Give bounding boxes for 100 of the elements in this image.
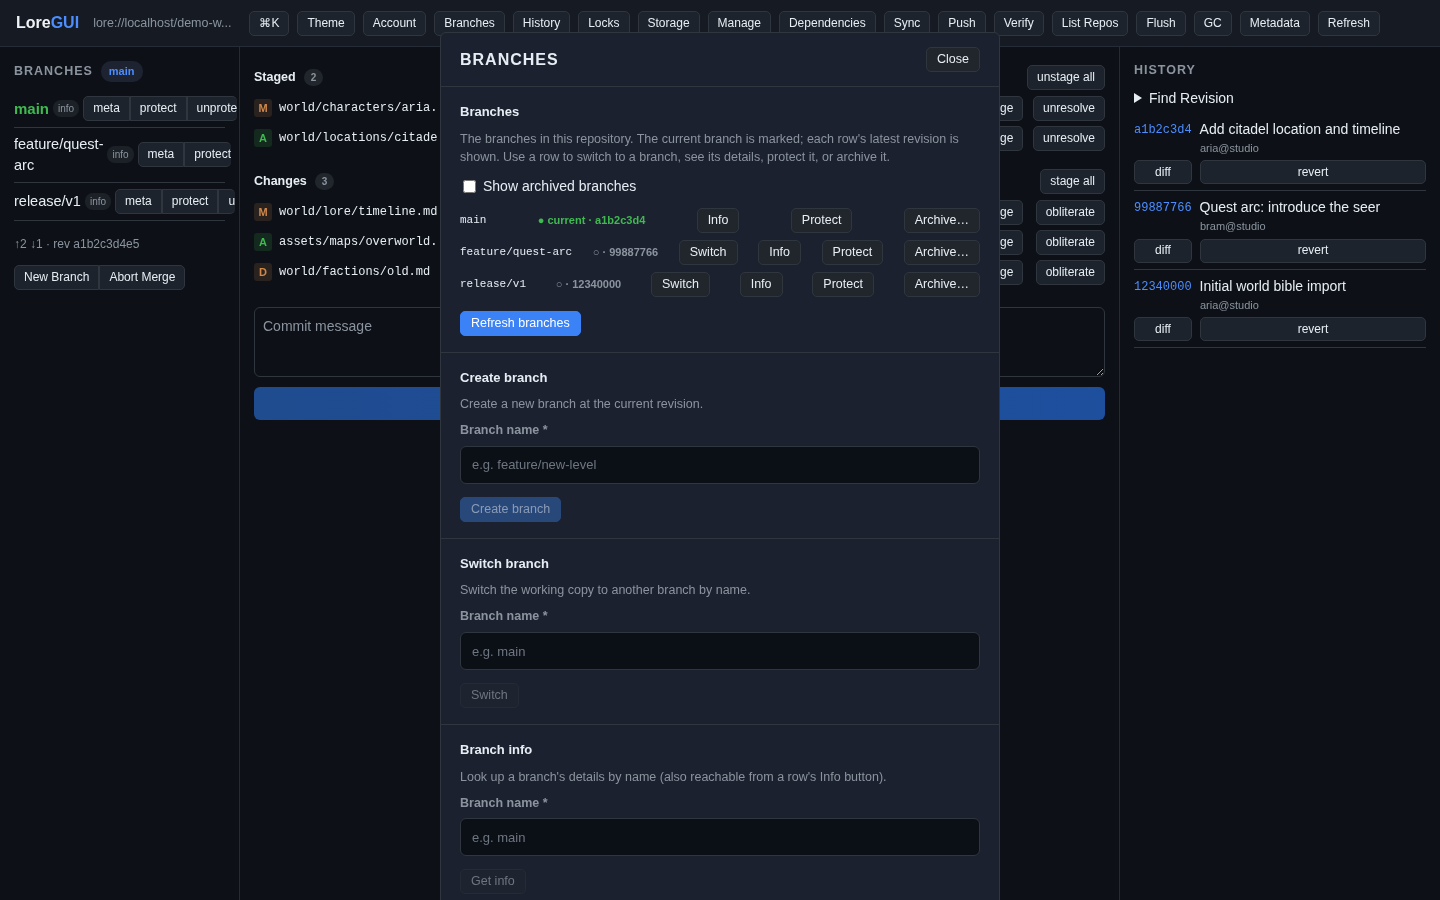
- branch-status: ● current · a1b2c3d4: [537, 213, 646, 229]
- branch-name-field[interactable]: e.g. main: [460, 632, 980, 670]
- branch-name: release/v1: [460, 277, 526, 293]
- section-title: Branches: [460, 103, 521, 121]
- file-action-button[interactable]: ge: [1000, 259, 1024, 285]
- file-path[interactable]: assets/maps/overworld.: [279, 233, 438, 251]
- toolbar-button[interactable]: List Repos: [1051, 10, 1129, 36]
- find-revision-toggle[interactable]: Find Revision: [1134, 87, 1426, 109]
- row-action-button[interactable]: Info: [696, 208, 740, 233]
- file-action-button[interactable]: obliterate: [1035, 229, 1105, 255]
- branch-action-button[interactable]: meta: [83, 95, 130, 121]
- file-status-badge: A: [254, 233, 272, 251]
- file-path[interactable]: world/lore/timeline.md: [279, 203, 438, 221]
- file-action-button[interactable]: ge: [1000, 229, 1024, 255]
- toolbar-button[interactable]: GC: [1193, 10, 1232, 36]
- branch-name[interactable]: main: [14, 97, 49, 119]
- revision-action-button[interactable]: revert: [1200, 317, 1426, 342]
- dialog-title: BRANCHES: [460, 49, 559, 70]
- refresh-button[interactable]: Refresh branches: [460, 310, 581, 336]
- bulk-action-button[interactable]: stage all: [1040, 168, 1105, 194]
- branch-action-button[interactable]: protect: [161, 188, 219, 214]
- branch-action-button[interactable]: u: [218, 188, 236, 214]
- branch-name[interactable]: feature/quest-arc: [14, 133, 104, 176]
- row-action-button[interactable]: Switch: [678, 240, 738, 265]
- row-action-button[interactable]: Info: [739, 272, 783, 297]
- file-status-badge: M: [254, 203, 272, 221]
- revision-action-button[interactable]: diff: [1134, 317, 1192, 342]
- toolbar-button[interactable]: Refresh: [1317, 10, 1380, 36]
- row-action-button[interactable]: Protect: [812, 272, 874, 297]
- revision-hash[interactable]: a1b2c3d4: [1134, 118, 1192, 139]
- revision-hash[interactable]: 12340000: [1134, 275, 1192, 296]
- toolbar-button[interactable]: ⌘K: [249, 10, 290, 36]
- toolbar-button[interactable]: Verify: [993, 10, 1044, 36]
- file-action-button[interactable]: obliterate: [1035, 259, 1105, 285]
- file-path[interactable]: world/locations/citade: [279, 129, 438, 147]
- branch-button[interactable]: New Branch: [14, 264, 100, 290]
- file-action-button[interactable]: unresolve: [1032, 125, 1105, 151]
- panel-title: BRANCHES: [14, 62, 93, 80]
- row-action-button[interactable]: Protect: [790, 208, 853, 233]
- field-label: Branch name *: [460, 422, 549, 439]
- row-action-button[interactable]: Archive…: [903, 240, 980, 265]
- revision-action-button[interactable]: revert: [1200, 238, 1426, 263]
- show-archived-checkbox[interactable]: [463, 179, 476, 193]
- file-action-button[interactable]: ge: [1000, 125, 1024, 151]
- file-status-badge: D: [254, 263, 272, 281]
- file-action-button[interactable]: obliterate: [1035, 199, 1105, 225]
- info-tag[interactable]: info: [84, 192, 112, 210]
- section-description: Look up a branch's details by name (also reachable from a row's Info button).: [460, 768, 888, 786]
- branch-name: main: [460, 213, 487, 229]
- file-action-button[interactable]: ge: [1000, 95, 1024, 121]
- info-tag[interactable]: info: [107, 146, 134, 163]
- info-tag[interactable]: info: [53, 99, 80, 117]
- revision-action-button[interactable]: diff: [1134, 160, 1192, 185]
- revision-author: aria@studio: [1200, 297, 1260, 313]
- count-badge: 2: [303, 68, 324, 86]
- row-action-button[interactable]: Archive…: [903, 272, 980, 297]
- file-status-badge: A: [254, 129, 272, 147]
- logo: LoreGUI: [16, 13, 80, 33]
- close-button[interactable]: Close: [926, 47, 980, 72]
- branch-name: feature/quest-arc: [460, 245, 573, 261]
- section-description: Create a new branch at the current revision.: [460, 396, 705, 413]
- toolbar-button[interactable]: Theme: [297, 10, 355, 36]
- file-action-button[interactable]: ge: [1000, 199, 1024, 225]
- toolbar-button[interactable]: Flush: [1136, 10, 1186, 36]
- revision-message: Quest arc: introduce the seer: [1199, 198, 1381, 218]
- revision-action-button[interactable]: diff: [1134, 238, 1192, 263]
- file-action-button[interactable]: unresolve: [1032, 95, 1105, 121]
- file-status-badge: M: [254, 99, 272, 117]
- field-label: Branch name *: [460, 608, 549, 626]
- row-action-button[interactable]: Info: [758, 240, 801, 265]
- branch-action-button[interactable]: protect: [129, 95, 187, 121]
- branch-action-button[interactable]: unprote: [186, 95, 238, 121]
- file-path[interactable]: world/factions/old.md: [279, 263, 431, 281]
- bulk-action-button[interactable]: unstage all: [1026, 64, 1105, 90]
- branch-action-button[interactable]: meta: [115, 188, 162, 214]
- branch-name-field[interactable]: e.g. main: [460, 818, 980, 857]
- row-action-button[interactable]: Protect: [821, 240, 884, 265]
- revision-message: Add citadel location and timeline: [1199, 119, 1401, 139]
- repo-url: lore://localhost/demo-w...: [93, 14, 232, 32]
- row-action-button[interactable]: Archive…: [903, 208, 980, 233]
- revision-hash[interactable]: 99887766: [1134, 197, 1192, 218]
- revision-message: Initial world bible import: [1199, 276, 1346, 296]
- row-action-button[interactable]: Switch: [651, 272, 710, 297]
- section-title: Staged: [254, 68, 296, 86]
- branch-name-field[interactable]: e.g. feature/new-level: [460, 445, 980, 484]
- revision-author: bram@studio: [1200, 219, 1267, 235]
- revision-author: aria@studio: [1200, 140, 1260, 156]
- section-description: Switch the working copy to another branch by name.: [460, 582, 752, 600]
- branch-button[interactable]: Abort Merge: [99, 264, 186, 290]
- section-description: The branches in this repository. The current branch is marked; each row's latest revision is shown. Use a row to switch to a branch, see its details, protect it, or archive it.: [460, 130, 960, 166]
- sync-status: ↑2 ↓1 · rev a1b2c3d4e5: [14, 235, 141, 253]
- branch-action-button[interactable]: meta: [137, 142, 185, 167]
- toolbar-button[interactable]: Account: [362, 10, 427, 36]
- section-title: Create branch: [460, 368, 549, 387]
- file-path[interactable]: world/characters/aria.: [279, 99, 438, 117]
- toolbar-button[interactable]: Metadata: [1239, 10, 1310, 36]
- revision-action-button[interactable]: revert: [1200, 160, 1426, 185]
- field-label: Branch name *: [460, 794, 549, 812]
- branch-action-button[interactable]: protect: [184, 142, 231, 167]
- branch-name[interactable]: release/v1: [14, 190, 81, 212]
